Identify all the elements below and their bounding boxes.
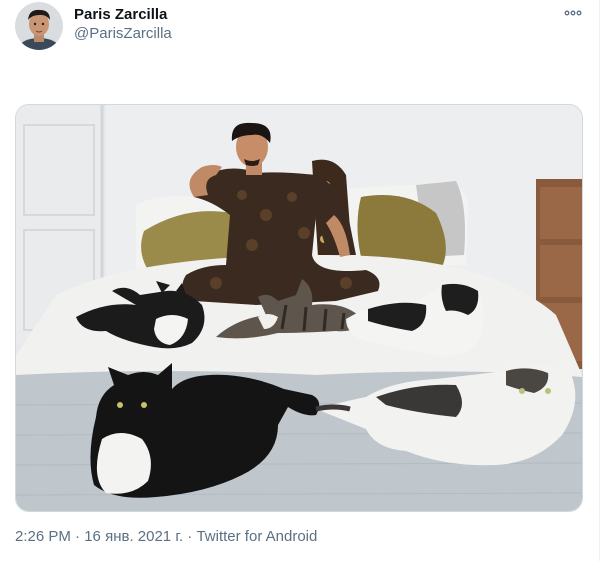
more-dots-icon	[564, 10, 582, 16]
author-display-name[interactable]: Paris Zarcilla	[74, 5, 172, 24]
tweet-photo[interactable]	[15, 104, 583, 512]
avatar[interactable]	[15, 2, 63, 50]
author-names: Paris Zarcilla @ParisZarcilla	[74, 5, 172, 43]
avatar-photo	[15, 2, 63, 50]
tweet-date[interactable]: 16 янв. 2021 г.	[84, 528, 183, 545]
tweet: Paris Zarcilla @ParisZarcilla 2:26 PM · …	[0, 0, 600, 561]
tweet-source[interactable]: Twitter for Android	[196, 528, 317, 545]
meta-separator-2: ·	[183, 528, 197, 545]
more-options-button[interactable]	[564, 6, 582, 20]
meta-separator: ·	[70, 528, 85, 545]
author-handle[interactable]: @ParisZarcilla	[74, 24, 172, 43]
bed-with-cats-photo	[16, 105, 582, 511]
tweet-meta: 2:26 PM · 16 янв. 2021 г. · Twitter for …	[15, 527, 317, 547]
tweet-header: Paris Zarcilla @ParisZarcilla	[15, 2, 172, 50]
tweet-time[interactable]: 2:26 PM	[15, 528, 71, 545]
